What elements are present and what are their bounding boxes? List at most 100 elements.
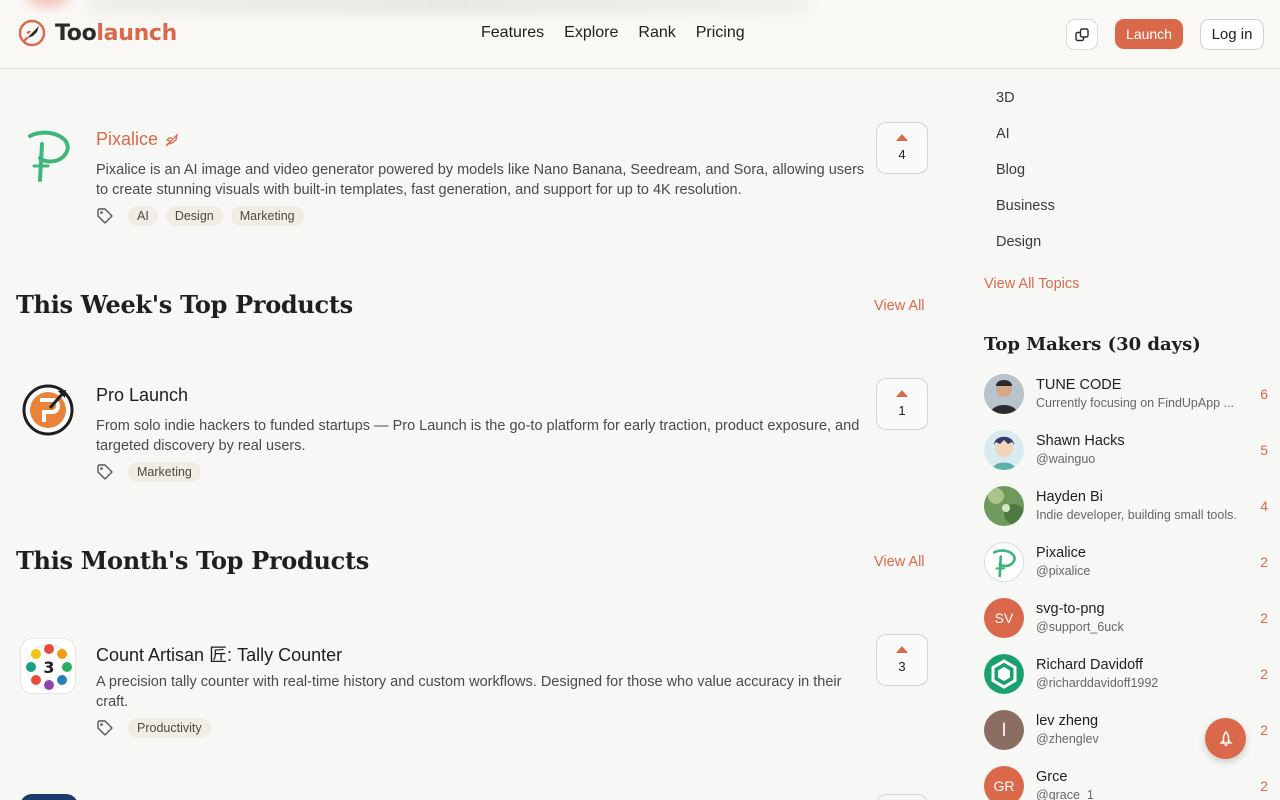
header-glow [18, 0, 78, 14]
topic-design[interactable]: Design [996, 234, 1041, 250]
nav-rank[interactable]: Rank [638, 24, 675, 42]
maker-handle: @grace_1 [1036, 788, 1094, 800]
avatar: GR [984, 766, 1024, 800]
tag-ai[interactable]: AI [128, 206, 158, 226]
rocket-logo-icon [18, 19, 46, 47]
nav-features[interactable]: Features [481, 24, 544, 42]
maker-count: 6 [1260, 386, 1268, 402]
share-box-icon [1075, 27, 1089, 41]
maker-name: TUNE CODE [1036, 377, 1122, 393]
upvote-arrow-icon [896, 390, 908, 397]
vote-count: 1 [898, 403, 906, 418]
maker-name: Shawn Hacks [1036, 433, 1125, 449]
maker-tagline: Currently focusing on FindUpApp ... [1036, 396, 1235, 410]
upvote-button[interactable]: 1 [876, 378, 928, 430]
maker-name: lev zheng [1036, 713, 1099, 729]
section-title-monthly: This Month's Top Products [16, 546, 369, 575]
maker-count: 4 [1260, 498, 1268, 514]
pro-launch-logo-icon [22, 384, 74, 436]
upvote-button[interactable]: 4 [876, 122, 928, 174]
nav-explore[interactable]: Explore [564, 24, 618, 42]
maker-handle: @support_6uck [1036, 620, 1124, 634]
upvote-button[interactable]: 3 [876, 634, 928, 686]
avatar: SV [984, 598, 1024, 638]
maker-name: Pixalice [1036, 545, 1086, 561]
maker-count: 5 [1260, 442, 1268, 458]
product-tags: AI Design Marketing [96, 206, 304, 226]
product-description: From solo indie hackers to funded startu… [96, 418, 860, 454]
maker-row[interactable]: Shawn Hacks @wainguo 5 [984, 430, 1268, 474]
product-description: A precision tally counter with real-time… [96, 674, 842, 710]
hexagon-avatar-icon [984, 654, 1024, 694]
maker-row[interactable]: TUNE CODE Currently focusing on FindUpAp… [984, 374, 1268, 418]
avatar-nature-icon [984, 486, 1024, 526]
login-button[interactable]: Log in [1200, 19, 1264, 50]
product-title[interactable]: Pro Launch [96, 385, 188, 406]
maker-row[interactable]: Richard Davidoff @richarddavidoff1992 2 [984, 654, 1268, 698]
count-artisan-logo-icon: 3 [26, 644, 72, 690]
view-all-weekly-link[interactable]: View All [874, 298, 925, 314]
product-card-pixalice[interactable]: Pixalice Pixalice is an AI image and vid… [0, 122, 940, 256]
floating-launch-button[interactable] [1205, 718, 1246, 759]
tag-icon [97, 464, 113, 480]
tag-icon [97, 720, 113, 736]
view-all-topics-link[interactable]: View All Topics [984, 276, 1079, 292]
brand-logo-link[interactable]: Toolaunch [18, 19, 177, 47]
maker-name: Richard Davidoff [1036, 657, 1143, 673]
product-tags: Marketing [96, 462, 201, 482]
tag-marketing[interactable]: Marketing [230, 206, 304, 226]
maker-count: 2 [1260, 722, 1268, 738]
tag-design[interactable]: Design [165, 206, 223, 226]
maker-row[interactable]: Pixalice @pixalice 2 [984, 542, 1268, 586]
tag-productivity[interactable]: Productivity [128, 718, 211, 738]
svg-text:3: 3 [43, 658, 54, 677]
brand-name: Toolaunch [55, 21, 177, 46]
maker-row[interactable]: Hayden Bi Indie developer, building smal… [984, 486, 1268, 530]
maker-count: 2 [1260, 778, 1268, 794]
maker-row[interactable]: SV svg-to-png @support_6uck 2 [984, 598, 1268, 642]
topic-ai[interactable]: AI [996, 126, 1010, 142]
brand-name-part2: launch [96, 20, 178, 46]
product-logo-pro-launch [20, 382, 76, 438]
topic-blog[interactable]: Blog [996, 162, 1025, 178]
maker-handle: @pixalice [1036, 564, 1091, 578]
rocket-icon [1218, 730, 1233, 746]
product-logo-count-artisan: 3 [20, 638, 76, 694]
product-card-pro-launch[interactable]: Pro Launch From solo indie hackers to fu… [0, 378, 940, 512]
product-description: Pixalice is an AI image and video genera… [96, 162, 865, 198]
maker-count: 2 [1260, 666, 1268, 682]
pixalice-logo-icon [28, 130, 70, 182]
topic-business[interactable]: Business [996, 198, 1055, 214]
topic-3d[interactable]: 3D [996, 90, 1015, 106]
top-makers-title: Top Makers (30 days) [984, 334, 1201, 355]
maker-count: 2 [1260, 554, 1268, 570]
view-all-monthly-link[interactable]: View All [874, 554, 925, 570]
nav-pricing[interactable]: Pricing [696, 24, 745, 42]
product-logo-partial [20, 794, 78, 800]
vote-count: 4 [898, 147, 906, 162]
maker-name: svg-to-png [1036, 601, 1105, 617]
product-title[interactable]: Pixalice [96, 129, 180, 150]
product-logo-pixalice [20, 126, 76, 182]
avatar: l [984, 710, 1024, 750]
upvote-arrow-icon [896, 134, 908, 141]
launch-button[interactable]: Launch [1115, 19, 1183, 49]
header-haze [90, 0, 810, 14]
tag-marketing[interactable]: Marketing [128, 462, 201, 482]
avatar [984, 374, 1024, 414]
product-title[interactable]: Count Artisan 匠: Tally Counter [96, 641, 342, 667]
upvote-arrow-icon [896, 646, 908, 653]
section-title-weekly: This Week's Top Products [16, 290, 353, 319]
maker-handle: @wainguo [1036, 452, 1096, 466]
upvote-button-partial[interactable] [876, 794, 928, 800]
maker-row[interactable]: GR Grce @grace_1 2 [984, 766, 1268, 800]
avatar [984, 654, 1024, 694]
share-button[interactable] [1066, 19, 1098, 50]
maker-name: Grce [1036, 769, 1068, 785]
product-name: Pixalice [96, 129, 159, 149]
product-card-count-artisan[interactable]: 3 Count Artisan 匠: Tally Counter A preci… [0, 634, 940, 768]
product-tags: Productivity [96, 718, 211, 738]
avatar [984, 486, 1024, 526]
vote-count: 3 [898, 659, 906, 674]
avatar-photo-icon [984, 374, 1024, 414]
